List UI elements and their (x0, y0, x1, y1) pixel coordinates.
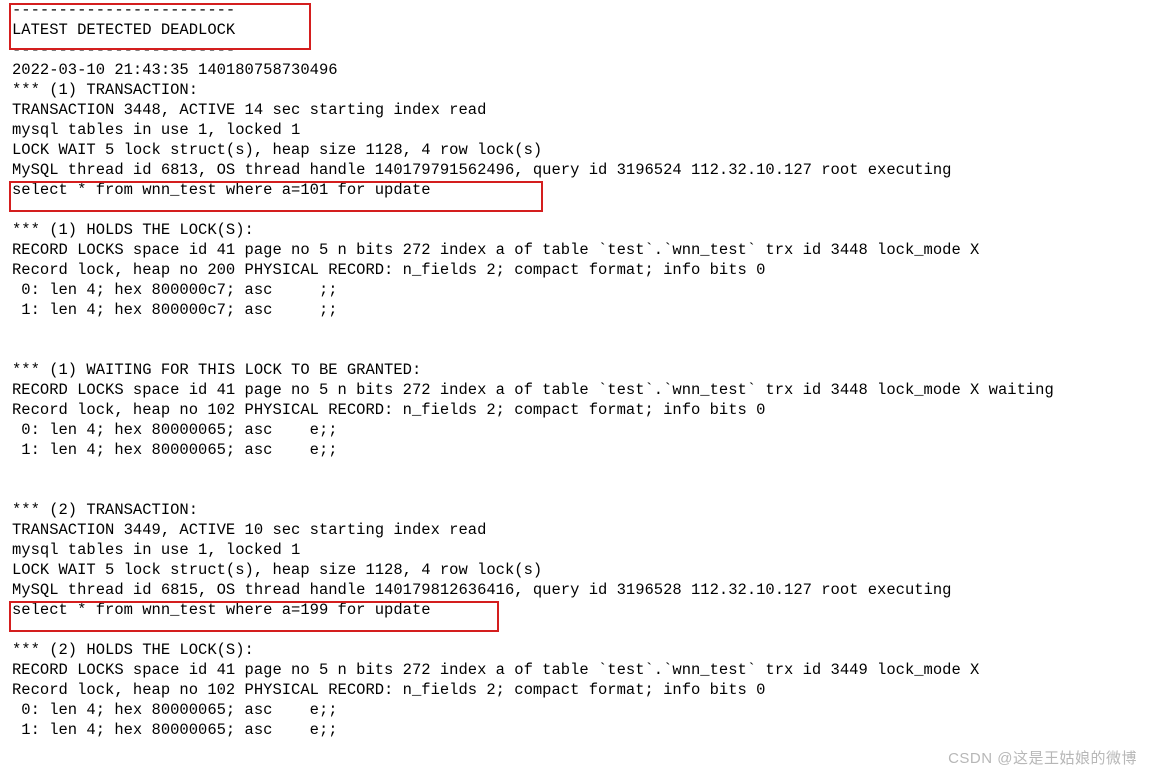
log-line: RECORD LOCKS space id 41 page no 5 n bit… (12, 241, 979, 259)
log-line: LOCK WAIT 5 lock struct(s), heap size 11… (12, 561, 542, 579)
watermark: CSDN @这是王姑娘的微博 (948, 749, 1137, 769)
log-line: 0: len 4; hex 80000065; asc e;; (12, 701, 338, 719)
log-line: MySQL thread id 6815, OS thread handle 1… (12, 581, 951, 599)
log-line: MySQL thread id 6813, OS thread handle 1… (12, 161, 951, 179)
log-line: *** (2) TRANSACTION: (12, 501, 198, 519)
log-line: select * from wnn_test where a=101 for u… (12, 181, 431, 199)
log-line: *** (1) WAITING FOR THIS LOCK TO BE GRAN… (12, 361, 421, 379)
log-line: RECORD LOCKS space id 41 page no 5 n bit… (12, 381, 1054, 399)
log-line: 0: len 4; hex 800000c7; asc ;; (12, 281, 338, 299)
log-line: select * from wnn_test where a=199 for u… (12, 601, 431, 619)
log-line: 1: len 4; hex 80000065; asc e;; (12, 441, 338, 459)
log-line: ------------------------ (12, 1, 235, 19)
log-line: Record lock, heap no 200 PHYSICAL RECORD… (12, 261, 765, 279)
log-line: mysql tables in use 1, locked 1 (12, 121, 300, 139)
log-line: Record lock, heap no 102 PHYSICAL RECORD… (12, 401, 765, 419)
log-line: Record lock, heap no 102 PHYSICAL RECORD… (12, 681, 765, 699)
log-line: *** (1) TRANSACTION: (12, 81, 198, 99)
log-line: *** (2) HOLDS THE LOCK(S): (12, 641, 254, 659)
log-line: mysql tables in use 1, locked 1 (12, 541, 300, 559)
log-line: 1: len 4; hex 80000065; asc e;; (12, 721, 338, 739)
log-line: LATEST DETECTED DEADLOCK (12, 21, 235, 39)
log-line: TRANSACTION 3448, ACTIVE 14 sec starting… (12, 101, 486, 119)
log-line: 0: len 4; hex 80000065; asc e;; (12, 421, 338, 439)
log-line: ------------------------ (12, 41, 235, 59)
log-line: 1: len 4; hex 800000c7; asc ;; (12, 301, 338, 319)
log-line: LOCK WAIT 5 lock struct(s), heap size 11… (12, 141, 542, 159)
log-output: ------------------------ LATEST DETECTED… (0, 0, 1155, 740)
log-line: 2022-03-10 21:43:35 140180758730496 (12, 61, 338, 79)
log-line: TRANSACTION 3449, ACTIVE 10 sec starting… (12, 521, 486, 539)
log-line: *** (1) HOLDS THE LOCK(S): (12, 221, 254, 239)
log-line: RECORD LOCKS space id 41 page no 5 n bit… (12, 661, 979, 679)
